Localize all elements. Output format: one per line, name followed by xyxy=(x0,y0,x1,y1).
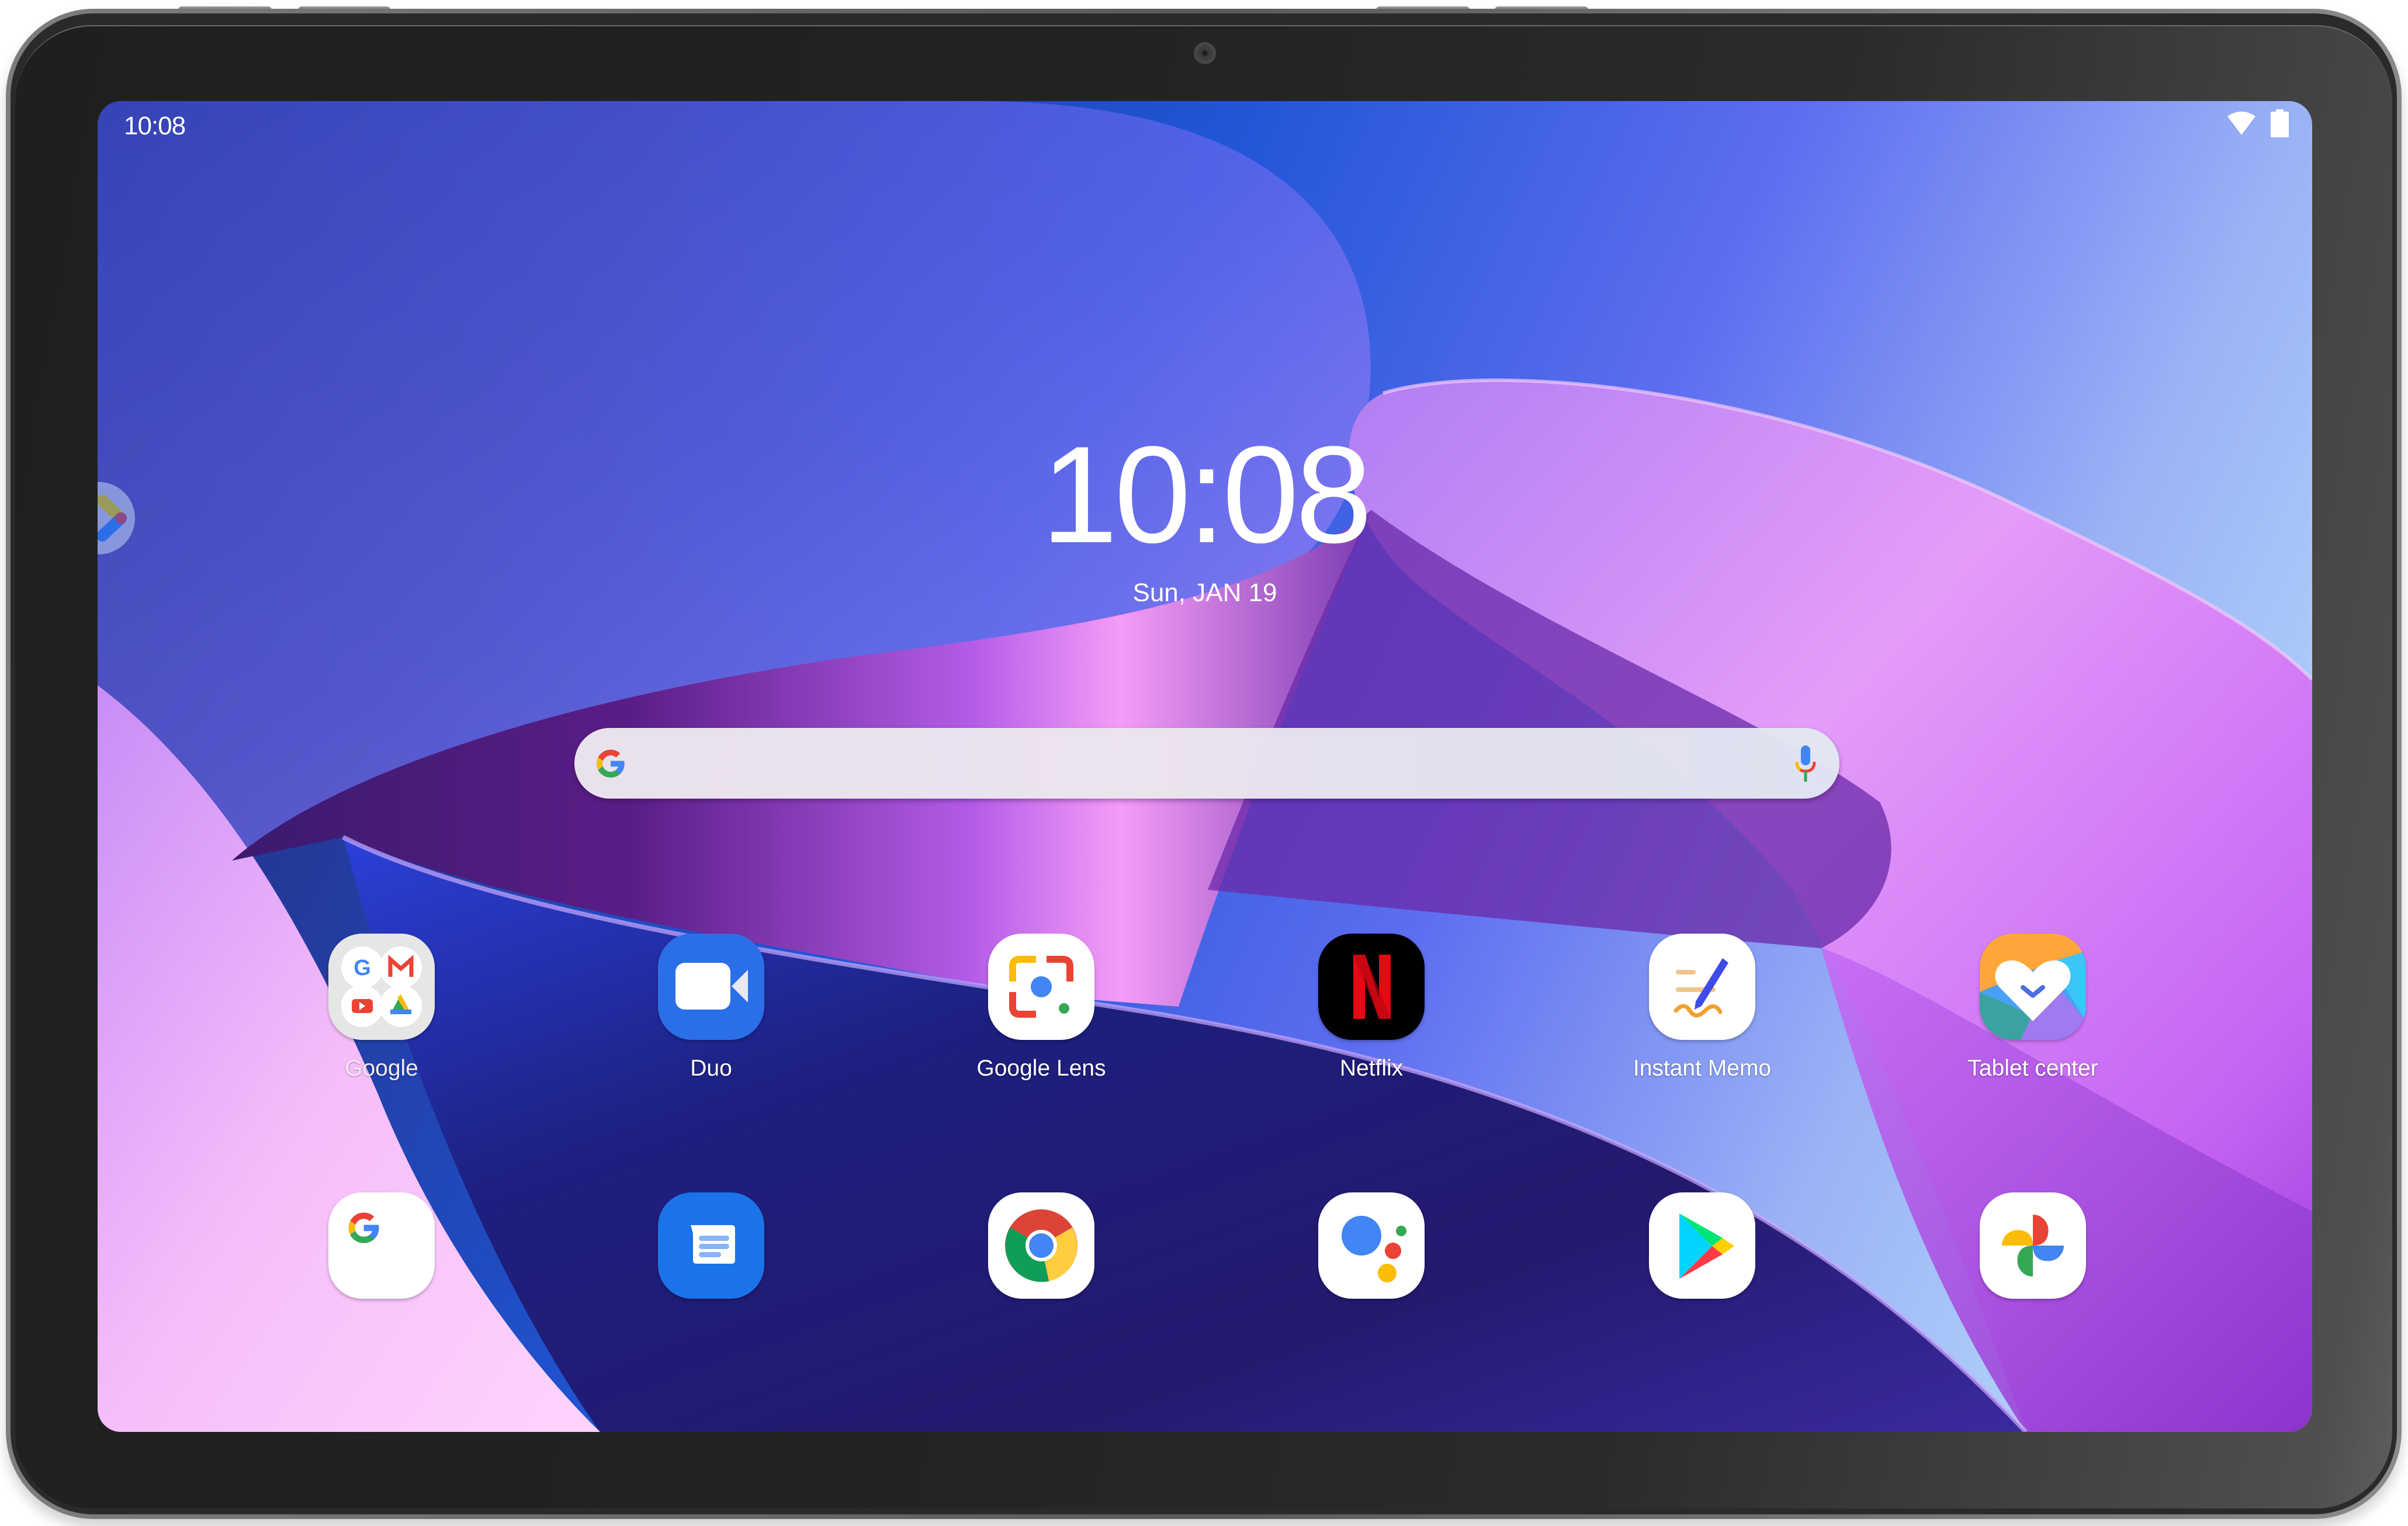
google-g-icon xyxy=(597,750,625,778)
status-icons[interactable] xyxy=(2227,109,2289,137)
clock-widget-time[interactable]: 10:08 xyxy=(98,426,2312,564)
google-lens-icon xyxy=(988,934,1094,1040)
dock-app-play-store[interactable] xyxy=(1614,1192,1790,1299)
dock-app-assistant[interactable] xyxy=(1284,1192,1459,1299)
app-label: Netflix xyxy=(1339,1056,1404,1081)
google-icon xyxy=(328,1192,435,1299)
assistant-icon xyxy=(1318,1192,1425,1299)
app-tablet-center[interactable]: Tablet center xyxy=(1945,934,2121,1081)
dock-app-google[interactable] xyxy=(294,1192,469,1299)
netflix-icon xyxy=(1318,934,1425,1040)
app-label: Duo xyxy=(690,1056,732,1081)
dock-app-messages[interactable] xyxy=(623,1192,799,1299)
app-label: Instant Memo xyxy=(1633,1056,1772,1081)
tablet-center-icon xyxy=(1980,934,2086,1040)
play-store-icon xyxy=(1649,1192,1755,1299)
app-google-lens[interactable]: Google Lens xyxy=(954,934,1129,1081)
instant-memo-icon xyxy=(1649,934,1755,1040)
app-duo[interactable]: Duo xyxy=(623,934,799,1081)
app-instant-memo[interactable]: Instant Memo xyxy=(1614,934,1790,1081)
microphone-icon[interactable] xyxy=(1795,745,1816,782)
google-folder-icon: G xyxy=(328,934,435,1040)
chrome-icon xyxy=(988,1192,1094,1299)
messages-icon xyxy=(658,1192,764,1299)
wifi-icon xyxy=(2227,112,2255,135)
app-label: Google Lens xyxy=(976,1056,1106,1081)
dock-app-photos[interactable] xyxy=(1945,1192,2121,1299)
photos-icon xyxy=(1980,1192,2086,1299)
battery-icon xyxy=(2271,109,2289,137)
clock-widget-date[interactable]: Sun, JAN 19 xyxy=(98,580,2312,606)
duo-icon xyxy=(658,934,764,1040)
app-google-folder[interactable]: G Google xyxy=(294,934,469,1081)
app-netflix[interactable]: Netflix xyxy=(1284,934,1459,1081)
svg-text:G: G xyxy=(354,956,371,980)
app-label: Tablet center xyxy=(1967,1056,2098,1081)
google-search-bar[interactable] xyxy=(574,728,1839,799)
front-camera-icon xyxy=(1194,42,1216,64)
dock-app-chrome[interactable] xyxy=(954,1192,1129,1299)
status-bar-time: 10:08 xyxy=(124,112,186,140)
app-label: Google xyxy=(345,1056,418,1081)
home-screen: 10:08 10:08 Sun, JAN 19 G Google Duo Goo… xyxy=(98,101,2312,1432)
